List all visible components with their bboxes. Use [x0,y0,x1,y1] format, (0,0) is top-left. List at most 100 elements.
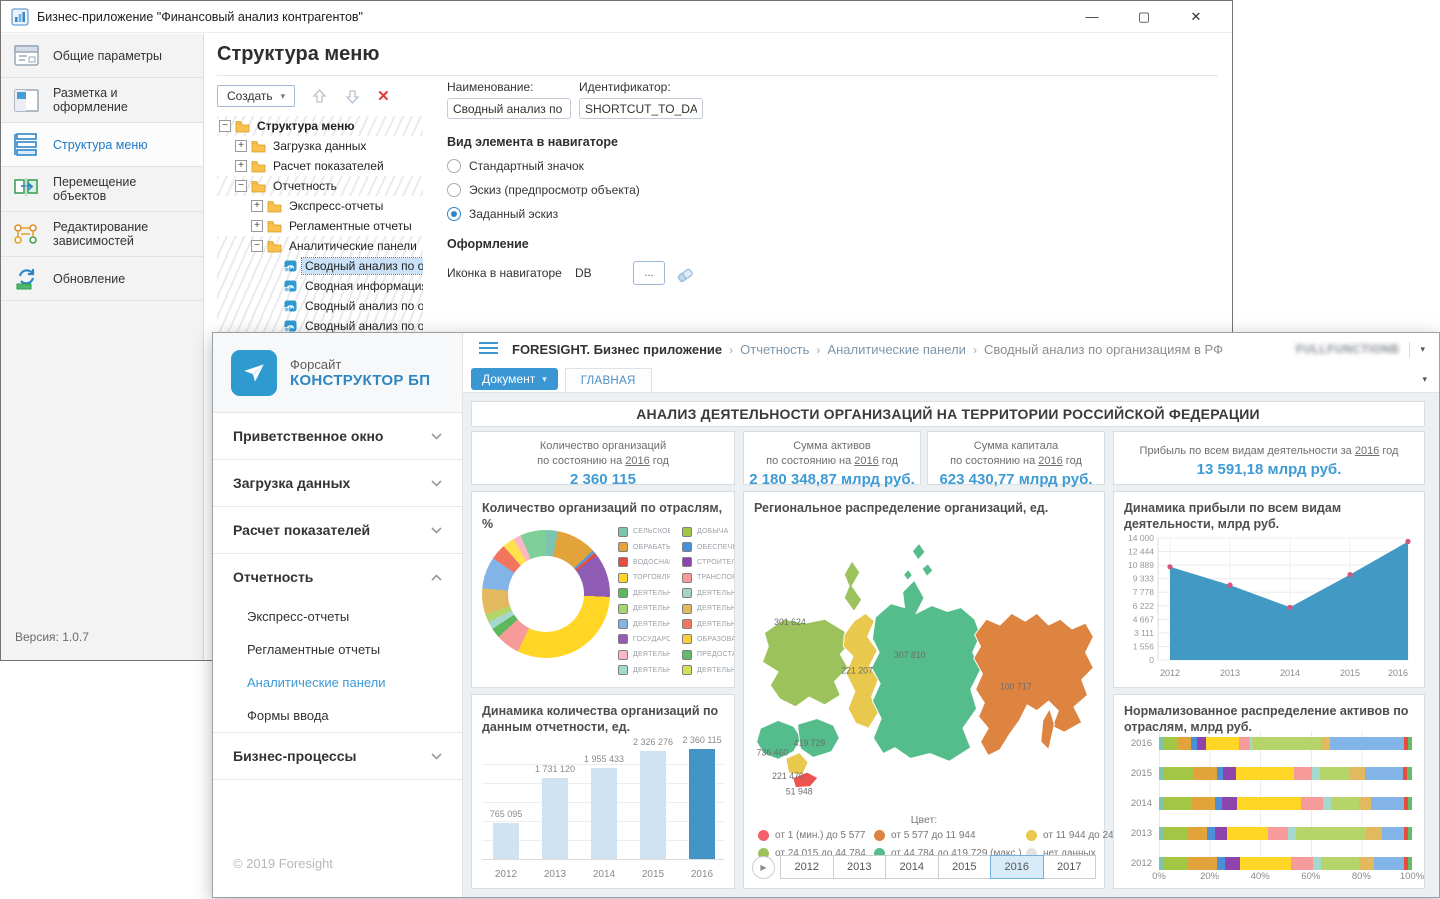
svg-text:14 000: 14 000 [1128,533,1154,543]
tree-node[interactable]: +Регламентные отчеты [217,216,423,236]
collapse-icon[interactable]: − [251,240,263,252]
breadcrumb-link[interactable]: Аналитические панели [827,342,966,357]
year-link[interactable]: 2016 [1355,445,1379,457]
legend-swatch [682,650,692,660]
sidebar-subitem-экспресс-отчеты[interactable]: Экспресс-отчеты [213,600,462,633]
stacked-segment [1320,767,1350,780]
expand-icon[interactable]: + [235,140,247,152]
delete-icon[interactable]: ✕ [377,87,390,105]
web-sidebar: Форсайт КОНСТРУКТОР БП Приветственное ок… [213,333,463,897]
year-link[interactable]: 2016 [854,455,878,467]
play-button[interactable]: ▶ [752,856,775,879]
collapse-icon[interactable]: − [235,180,247,192]
tab-main[interactable]: ГЛАВНАЯ [565,368,652,392]
timeline-year-2016[interactable]: 2016 [990,855,1044,879]
breadcrumb-link[interactable]: Сводный анализ по организациям в РФ [984,342,1223,357]
browse-button[interactable]: ... [633,261,665,285]
hamburger-menu-icon[interactable] [479,341,498,358]
legend-swatch [618,604,628,614]
legend-item: ДЕЯТЕЛЬНОСТЬ В [618,647,670,662]
sidebar-item-deps[interactable]: Редактирование зависимостей [1,212,203,257]
timeline-year-2017[interactable]: 2017 [1043,855,1097,879]
user-name-badge[interactable]: FULLFUNCTIONB [1296,344,1400,356]
map-region-fareast[interactable] [974,613,1094,755]
radio-checked-icon[interactable] [447,207,461,221]
minimize-icon[interactable]: — [1066,9,1118,25]
layout-icon [13,87,40,114]
sidebar-item-label: Перемещение объектов [53,175,191,203]
sidebar-subitem-аналитические-панели[interactable]: Аналитические панели [213,666,462,699]
radio-label: Эскиз (предпросмотр объекта) [469,183,640,197]
stacked-segment [1301,797,1324,810]
tree-node[interactable]: +Расчет показателей [217,156,423,176]
legend-item: ДОБЫЧА [682,524,734,539]
legend-swatch [618,588,628,598]
timeline-year-2013[interactable]: 2013 [833,855,887,879]
timeline-year-2014[interactable]: 2014 [885,855,939,879]
tree-node[interactable]: −Структура меню [217,116,423,136]
radio-unchecked-icon[interactable] [447,159,461,173]
breadcrumb: FORESIGHT. Бизнес приложение›Отчетность›… [512,342,1223,357]
move-down-icon[interactable] [344,88,361,105]
map-region-siberia[interactable] [871,580,980,761]
legend-label: ДЕЯТЕЛЬНО... [697,667,734,674]
create-button[interactable]: Создать ▾ [217,85,295,107]
sidebar-item-бизнес-процессы[interactable]: Бизнес-процессы [213,733,462,779]
sidebar-item-загрузка-данных[interactable]: Загрузка данных [213,460,462,506]
tree-node[interactable]: −Отчетность [217,176,423,196]
year-link[interactable]: 2016 [1038,455,1062,467]
expand-icon[interactable]: + [235,160,247,172]
map-region-islands[interactable] [904,543,933,580]
divider [217,75,1218,76]
radio-option[interactable]: Стандартный значок [447,159,787,173]
expand-icon[interactable]: + [251,200,263,212]
sidebar-subitem-регламентные-отчеты[interactable]: Регламентные отчеты [213,633,462,666]
sidebar-subitem-формы-ввода[interactable]: Формы ввода [213,699,462,732]
breadcrumb-link[interactable]: Отчетность [740,342,809,357]
expand-icon[interactable]: + [251,220,263,232]
year-link[interactable]: 2016 [625,455,649,467]
ribbon-collapse-icon[interactable]: ▾ [1422,374,1427,385]
map-region-northwest[interactable] [762,619,850,707]
user-menu-chevron-icon[interactable]: ▾ [1420,344,1425,355]
sidebar-item-menu[interactable]: Структура меню [1,123,203,167]
bar-value-label: 1 955 433 [584,754,624,764]
radio-option[interactable]: Заданный эскиз [447,207,787,221]
close-icon[interactable]: ✕ [1170,9,1222,25]
stacked-segment [1313,857,1321,870]
move-up-icon[interactable] [311,88,328,105]
document-menu-button[interactable]: Документ ▾ [471,368,558,390]
bar [493,823,519,859]
tree-node[interactable]: Сводная информация по о [217,276,423,296]
legend-item: ДЕЯТЕЛЬНО... [682,601,734,616]
tree-node[interactable]: +Экспресс-отчеты [217,196,423,216]
dashboard-icon [283,319,298,333]
sidebar-item-move[interactable]: Перемещение объектов [1,167,203,212]
sidebar-item-layout[interactable]: Разметка и оформление [1,78,203,123]
radio-option[interactable]: Эскиз (предпросмотр объекта) [447,183,787,197]
identifier-input[interactable] [579,98,703,119]
sidebar-item-приветственное-окно[interactable]: Приветственное окно [213,413,462,459]
map-region-sakhalin[interactable] [1041,709,1055,750]
tree-node[interactable]: −Аналитические панели [217,236,423,256]
radio-unchecked-icon[interactable] [447,183,461,197]
menu-structure-tree: −Структура меню+Загрузка данных+Расчет п… [217,116,423,336]
tree-node[interactable]: Сводный анализ по орган [217,256,423,276]
sidebar-item-update[interactable]: Обновление [1,257,203,301]
legend-item: ОБРАБАТЫВАЮ... [618,539,670,554]
sidebar-item-отчетность[interactable]: Отчетность [213,554,462,600]
name-input[interactable] [447,98,571,119]
map-region-novaya[interactable] [844,561,862,612]
tree-node[interactable]: +Загрузка данных [217,136,423,156]
collapse-icon[interactable]: − [219,120,231,132]
timeline-year-2015[interactable]: 2015 [938,855,992,879]
stacked-segment [1164,857,1187,870]
sidebar-item-расчет-показателей[interactable]: Расчет показателей [213,507,462,553]
eraser-icon[interactable] [675,263,695,283]
tree-node[interactable]: Сводный анализ по орган [217,296,423,316]
sidebar-item-params[interactable]: Общие параметры [1,34,203,78]
breadcrumb-root[interactable]: FORESIGHT. Бизнес приложение [512,342,722,357]
breadcrumb-separator: › [973,343,977,357]
maximize-icon[interactable]: ▢ [1118,9,1170,25]
timeline-year-2012[interactable]: 2012 [780,855,834,879]
